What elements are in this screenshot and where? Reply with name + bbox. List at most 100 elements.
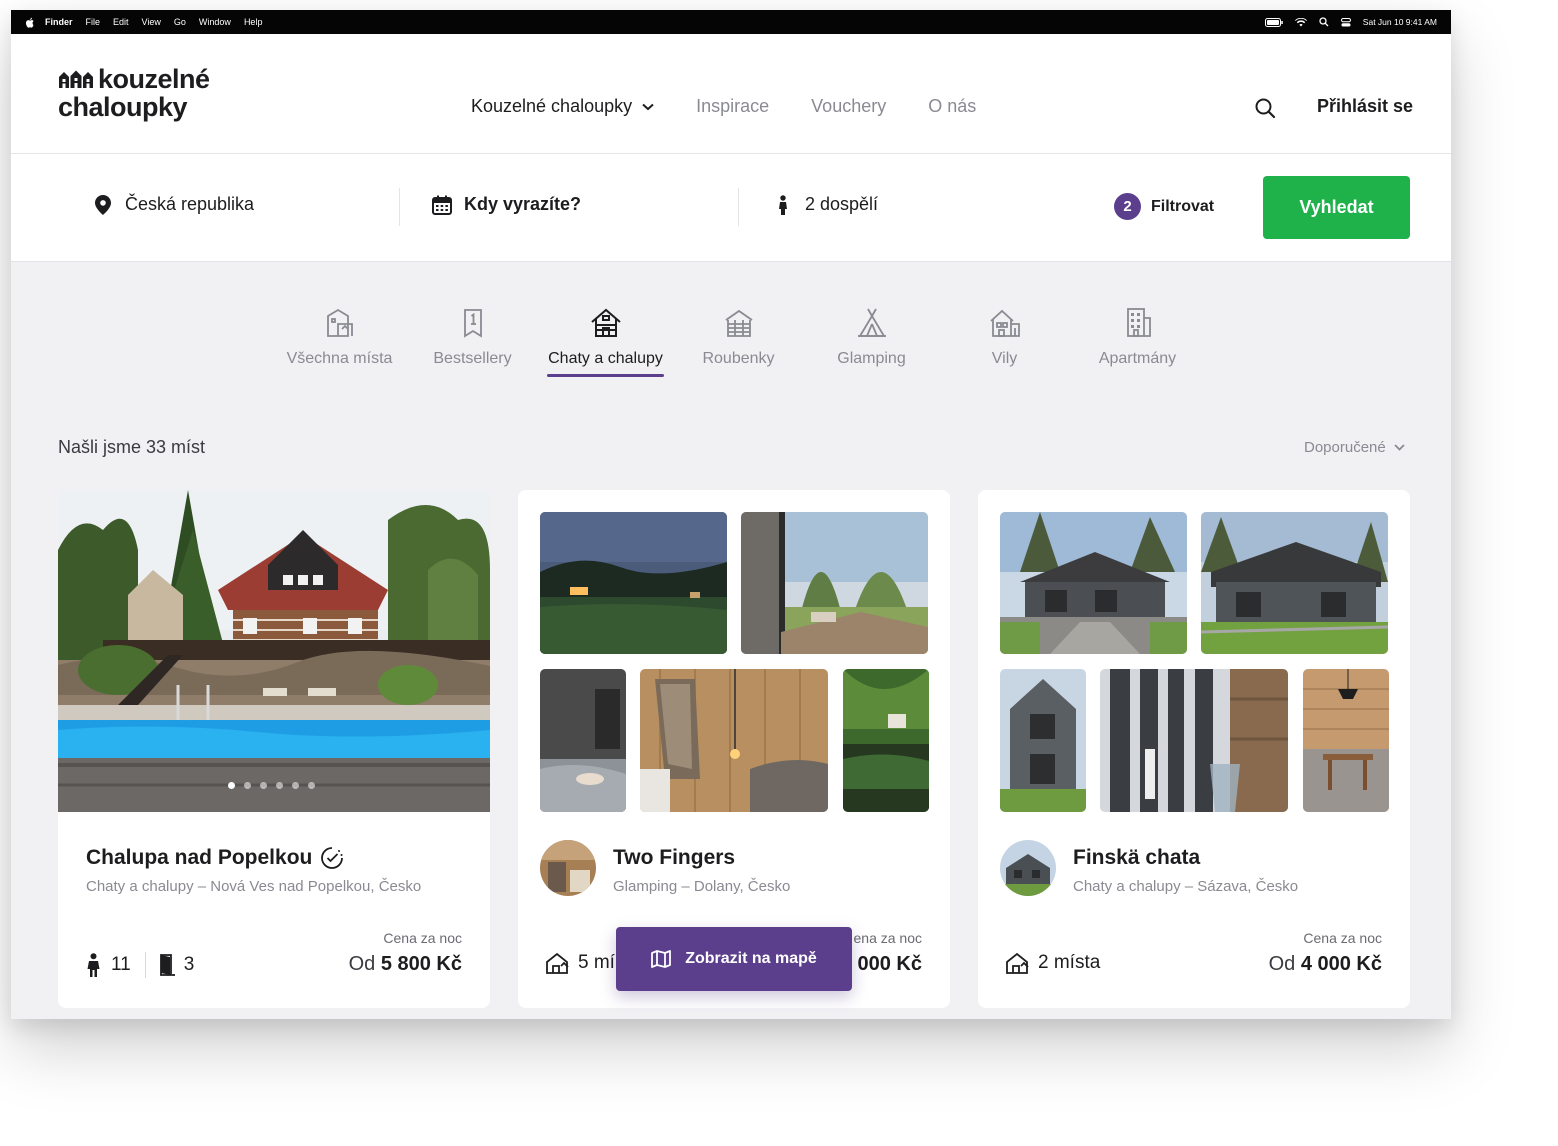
villa-icon [989,309,1020,337]
nav-o-nas[interactable]: O nás [928,96,976,117]
guests-count: 11 [111,954,131,975]
menu-finder[interactable]: Finder [45,17,73,27]
battery-icon[interactable] [1264,17,1283,27]
tab-vsechna-mista[interactable]: Všechna místa [273,306,406,377]
sort-label: Doporučené [1304,439,1386,456]
person-icon [773,194,793,215]
brand-line2: chaloupky [58,92,188,122]
price-prefix: Od [348,953,376,975]
nav-vouchery[interactable]: Vouchery [811,96,886,117]
rooms-count: 3 [183,954,195,975]
tent-icon [857,308,886,337]
listing-card[interactable]: Chalupa nad Popelkou Chaty a chalupy – N… [58,490,490,1008]
listing-card[interactable]: Finskä chata Chaty a chalupy – Sázava, Č… [978,490,1410,1008]
guests-field[interactable]: 2 dospělí [773,194,878,215]
places-count: 5 mí [578,952,615,973]
nav-kouzelne-chaloupky-label: Kouzelné chaloupky [471,96,633,116]
photo-dot[interactable] [244,782,251,789]
tab-vily[interactable]: Vily [938,306,1071,377]
price-prefix: Od [1268,953,1296,975]
brand-logo[interactable]: kouzelné chaloupky [58,64,228,124]
show-map-button[interactable]: Zobrazit na mapě [616,927,852,991]
photo-dot[interactable] [292,782,299,789]
wifi-icon[interactable] [1294,17,1307,27]
menu-file[interactable]: File [86,17,101,27]
listing-title[interactable]: Chalupa nad Popelkou [86,846,344,870]
listing-photo[interactable] [1201,512,1388,654]
places-count: 2 místa [1038,952,1101,973]
sort-dropdown[interactable]: Doporučené [1304,439,1405,456]
tab-label: Vily [991,350,1018,367]
tab-glamping[interactable]: Glamping [805,306,938,377]
spotlight-icon[interactable] [1319,17,1329,27]
listing-avatar [1000,840,1056,896]
nav-kouzelne-chaloupky[interactable]: Kouzelné chaloupky [471,96,654,117]
tab-label: Glamping [837,350,906,367]
house-places-icon [1006,952,1029,974]
filter-label: Filtrovat [1151,197,1215,215]
location-pin-icon [93,194,113,215]
login-link[interactable]: Přihlásit se [1317,96,1413,117]
menubar-datetime[interactable]: Sat Jun 10 9:41 AM [1363,17,1437,27]
menu-go[interactable]: Go [174,17,186,27]
filter-count-badge: 2 [1114,193,1141,220]
listing-photo[interactable] [640,669,828,812]
listing-photo[interactable] [1000,669,1086,812]
menu-help[interactable]: Help [244,17,263,27]
tab-apartmany[interactable]: Apartmány [1071,306,1204,377]
photo-dot[interactable] [308,782,315,789]
listing-capacity: 2 místa [1006,952,1100,974]
listing-title[interactable]: Two Fingers [613,846,735,870]
tab-label: Bestsellery [433,350,512,367]
search-icon[interactable] [1254,97,1276,119]
listing-title[interactable]: Finskä chata [1073,846,1200,870]
menu-view[interactable]: View [142,17,161,27]
apartment-building-icon [1126,308,1151,337]
listing-photo[interactable] [1000,512,1187,654]
listing-price: 000 Kč [858,953,923,976]
filter-button[interactable]: 2 Filtrovat [1114,193,1214,220]
browser-window: Finder File Edit View Go Window Help Sat… [11,10,1451,1019]
field-divider [738,188,739,226]
search-bar: Česká republika Kdy vyrazíte? 2 dospělí … [11,154,1451,262]
results-count: Našli jsme 33 míst [58,437,206,457]
houses-logo-icon [59,70,93,88]
tab-bestsellery[interactable]: Bestsellery [406,306,539,377]
listing-photo[interactable] [540,669,626,812]
control-center-icon[interactable] [1340,17,1351,27]
search-submit-button[interactable]: Vyhledat [1263,176,1410,239]
buildings-icon [326,308,353,337]
menu-window[interactable]: Window [199,17,231,27]
listing-photo[interactable] [1100,669,1288,812]
date-field[interactable]: Kdy vyrazíte? [432,194,581,215]
listing-photo[interactable] [843,669,929,812]
listing-title-text: Chalupa nad Popelkou [86,846,313,869]
menu-edit[interactable]: Edit [113,17,129,27]
tab-chaty-a-chalupy[interactable]: Chaty a chalupy [539,306,672,377]
main-nav: Kouzelné chaloupky Inspirace Vouchery O … [471,96,1018,117]
tab-label: Všechna místa [286,350,393,367]
listing-subtitle: Chaty a chalupy – Sázava, Česko [1073,878,1299,895]
listing-capacity: 11 3 [86,952,194,978]
location-field[interactable]: Česká republika [93,194,254,215]
photo-dot[interactable] [260,782,267,789]
listing-photo[interactable] [1303,669,1389,812]
photo-pagination-dots[interactable] [228,782,324,789]
nav-inspirace[interactable]: Inspirace [696,96,769,117]
price-value: 5 800 Kč [380,953,462,975]
photo-dot[interactable] [276,782,283,789]
tab-roubenky[interactable]: Roubenky [672,306,805,377]
photo-dot[interactable] [228,782,235,789]
door-icon [159,954,175,976]
location-value: Česká republika [125,194,255,214]
rooms-capacity: 3 [159,954,195,976]
listing-photo[interactable] [58,490,490,812]
listing-photo[interactable] [741,512,928,654]
mac-menubar: Finder File Edit View Go Window Help Sat… [11,10,1451,34]
show-map-label: Zobrazit na mapě [685,950,817,967]
listing-price: Od 4 000 Kč [1269,953,1382,976]
price-label: ena za noc [853,930,923,946]
listing-capacity: 5 mí [546,952,615,974]
listing-photo[interactable] [540,512,727,654]
apple-icon[interactable] [25,17,35,28]
